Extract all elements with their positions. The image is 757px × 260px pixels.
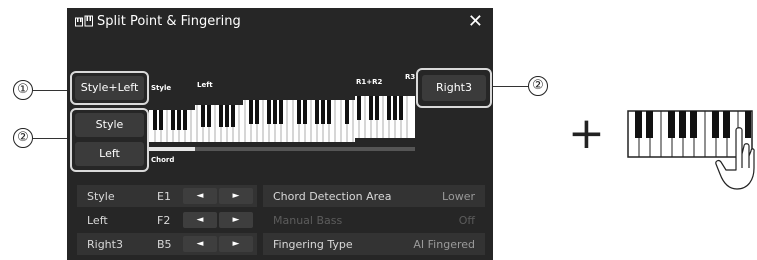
callout-2-right-leader bbox=[493, 86, 528, 87]
split-note-value: B5 bbox=[157, 238, 172, 251]
callout-1-leader bbox=[33, 90, 71, 91]
increment-button[interactable]: ► bbox=[219, 236, 253, 252]
kbd-label-r3: R3 bbox=[405, 73, 416, 81]
setting-value: AI Fingered bbox=[413, 238, 475, 251]
keyboard-hand-illustration bbox=[627, 110, 755, 196]
setting-value: Off bbox=[458, 214, 475, 227]
style-left-button[interactable]: Style+Left bbox=[75, 76, 144, 100]
style-button[interactable]: Style bbox=[75, 113, 144, 137]
setting-label: Fingering Type bbox=[273, 238, 353, 251]
left-button[interactable]: Left bbox=[75, 142, 144, 166]
callout-2-right: ② bbox=[528, 76, 548, 96]
split-part-label: Left bbox=[87, 214, 108, 227]
split-part-label: Style bbox=[87, 190, 115, 203]
keyboard-keys bbox=[149, 96, 415, 142]
setting-row-fingering-type[interactable]: Fingering Type AI Fingered bbox=[263, 233, 485, 255]
split-note-value: E1 bbox=[157, 190, 171, 203]
setting-label: Manual Bass bbox=[273, 214, 343, 227]
decrement-button[interactable]: ◄ bbox=[183, 236, 217, 252]
split-keyboard[interactable] bbox=[149, 88, 417, 158]
decrement-button[interactable]: ◄ bbox=[183, 212, 217, 228]
plus-sign: + bbox=[568, 108, 605, 159]
setting-row-chord-detection[interactable]: Chord Detection Area Lower bbox=[263, 185, 485, 207]
split-part-label: Right3 bbox=[87, 238, 123, 251]
setting-label: Chord Detection Area bbox=[273, 190, 392, 203]
callout-2-left-leader bbox=[33, 138, 71, 139]
split-row-style: Style E1 ◄ ► bbox=[77, 185, 257, 207]
split-note-value: F2 bbox=[157, 214, 171, 227]
increment-button[interactable]: ► bbox=[219, 188, 253, 204]
kbd-label-r1r2: R1+R2 bbox=[356, 78, 383, 86]
callout-1: ① bbox=[13, 80, 33, 100]
setting-row-manual-bass: Manual Bass Off bbox=[263, 209, 485, 231]
split-row-right3: Right3 B5 ◄ ► bbox=[77, 233, 257, 255]
increment-button[interactable]: ► bbox=[219, 212, 253, 228]
split-point-panel: Split Point & Fingering ✕ Style+Left Sty… bbox=[67, 8, 493, 260]
decrement-button[interactable]: ◄ bbox=[183, 188, 217, 204]
split-row-left: Left F2 ◄ ► bbox=[77, 209, 257, 231]
close-icon[interactable]: ✕ bbox=[468, 11, 483, 32]
callout-2-left: ② bbox=[13, 128, 33, 148]
page-title: Split Point & Fingering bbox=[97, 14, 241, 29]
right3-button[interactable]: Right3 bbox=[422, 75, 486, 101]
keyboard-icon bbox=[75, 15, 93, 31]
setting-value: Lower bbox=[442, 190, 475, 203]
title-bar: Split Point & Fingering ✕ bbox=[67, 8, 493, 36]
chord-area-bar bbox=[149, 147, 195, 151]
piano-keys-icon bbox=[627, 110, 753, 158]
